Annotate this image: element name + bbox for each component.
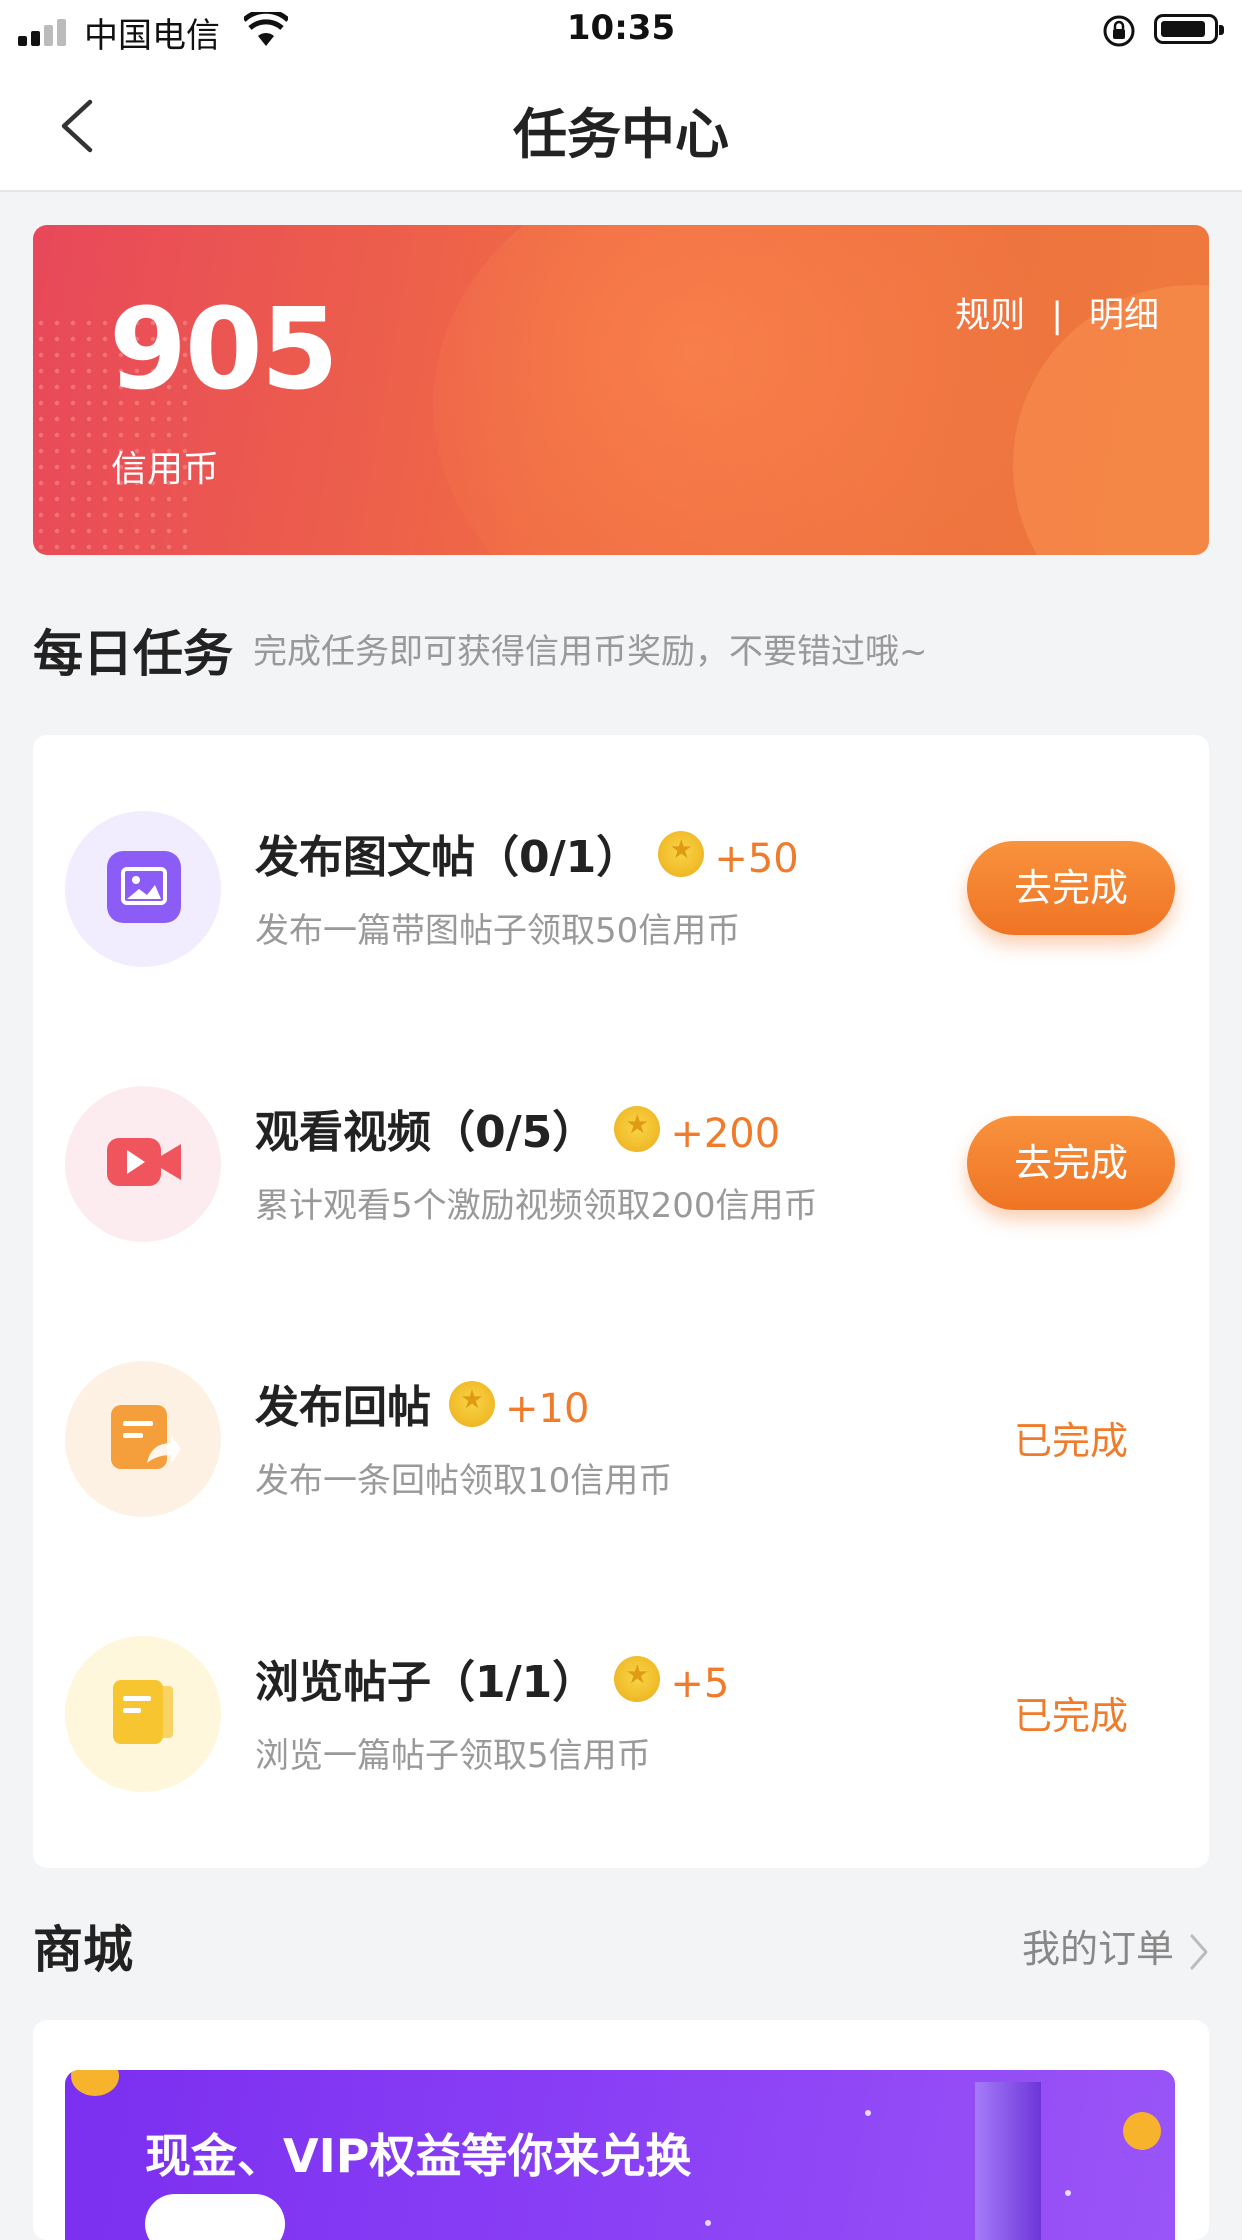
credit-balance-label: 信用币	[111, 449, 220, 490]
details-link[interactable]: 明细	[1089, 296, 1159, 336]
page-title: 任务中心	[513, 103, 729, 166]
credit-balance-value: 905	[109, 285, 339, 415]
task-reward: +50	[714, 836, 799, 882]
daily-tasks-title: 每日任务	[33, 625, 233, 683]
coin-icon	[658, 831, 705, 877]
link-separator: |	[1051, 296, 1063, 336]
task-description: 发布一篇带图帖子领取50信用币	[255, 911, 741, 951]
mall-banner-button[interactable]	[145, 2194, 285, 2240]
my-orders-link[interactable]: 我的订单	[1022, 1918, 1210, 1973]
banner-links: 规则 | 明细	[955, 287, 1159, 338]
task-item-watch-video: 观看视频（0/5）+200 累计观看5个激励视频领取200信用币 去完成	[33, 1010, 1209, 1285]
go-complete-button[interactable]: 去完成	[967, 841, 1175, 935]
task-title: 发布回帖+10	[255, 1371, 589, 1435]
task-description: 浏览一篇帖子领取5信用币	[255, 1736, 651, 1776]
task-list-card: 发布图文帖（0/1）+50 发布一篇带图帖子领取50信用币 去完成 观看视频（0…	[33, 735, 1209, 1868]
chevron-right-icon	[1190, 1934, 1208, 1969]
image-post-icon	[65, 811, 221, 967]
video-camera-icon	[65, 1086, 221, 1242]
status-time: 10:35	[566, 8, 676, 48]
task-reward: +5	[670, 1661, 730, 1707]
task-description: 累计观看5个激励视频领取200信用币	[255, 1186, 818, 1226]
rules-link[interactable]: 规则	[955, 296, 1025, 336]
mall-banner-text: 现金、VIP权益等你来兑换	[145, 2129, 692, 2183]
task-reward: +200	[670, 1111, 781, 1157]
completed-status: 已完成	[1013, 1694, 1128, 1738]
browse-post-icon	[65, 1636, 221, 1792]
nav-bar: 任务中心	[0, 62, 1242, 192]
task-title: 浏览帖子（1/1）+5	[255, 1646, 729, 1710]
task-reward: +10	[505, 1386, 590, 1432]
task-item-image-post: 发布图文帖（0/1）+50 发布一篇带图帖子领取50信用币 去完成	[33, 735, 1209, 1010]
coin-icon	[614, 1656, 661, 1702]
reply-post-icon	[65, 1361, 221, 1517]
orientation-lock-icon	[1103, 15, 1135, 47]
my-orders-label: 我的订单	[1021, 1927, 1174, 1971]
coin-icon	[614, 1106, 661, 1152]
task-title: 观看视频（0/5）+200	[255, 1096, 780, 1160]
go-complete-button[interactable]: 去完成	[967, 1116, 1175, 1210]
task-title: 发布图文帖（0/1）+50	[255, 821, 799, 885]
status-bar: 中国电信 10:35	[0, 0, 1242, 62]
battery-icon	[1154, 14, 1224, 44]
task-item-browse-post: 浏览帖子（1/1）+5 浏览一篇帖子领取5信用币 已完成	[33, 1560, 1209, 1835]
coin-icon	[449, 1381, 495, 1427]
mall-title: 商城	[33, 1921, 133, 1979]
mall-promo-banner[interactable]: 现金、VIP权益等你来兑换	[65, 2070, 1175, 2240]
daily-tasks-subtitle: 完成任务即可获得信用币奖励，不要错过哦~	[253, 632, 928, 672]
task-item-reply-post: 发布回帖+10 发布一条回帖领取10信用币 已完成	[33, 1285, 1209, 1560]
mall-card: 现金、VIP权益等你来兑换	[33, 2020, 1209, 2240]
credit-balance-banner: 905 信用币 规则 | 明细	[33, 225, 1209, 555]
completed-status: 已完成	[1013, 1419, 1128, 1463]
task-description: 发布一条回帖领取10信用币	[255, 1461, 673, 1501]
